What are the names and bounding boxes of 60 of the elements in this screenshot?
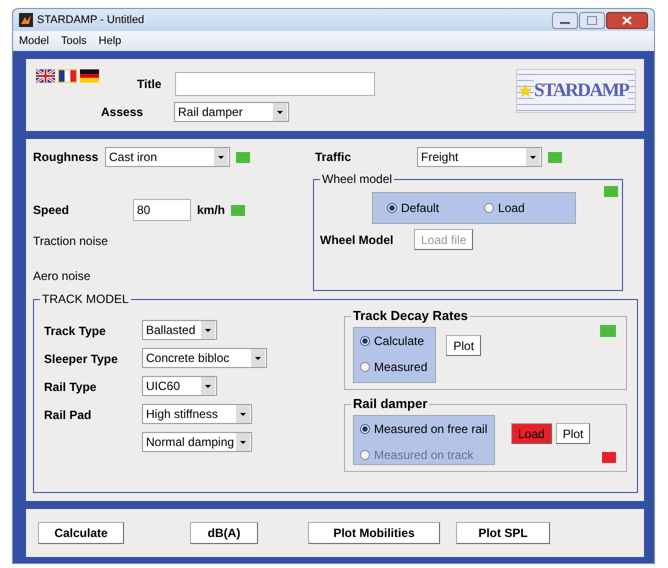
logo-text: STARDAMP [534,80,628,102]
uk-flag-icon[interactable] [36,69,55,83]
menu-item[interactable]: Model [19,35,49,47]
caret-icon [214,148,228,166]
menu-item[interactable]: Help [98,35,122,47]
group-title: Wheel model [320,172,394,186]
caret-icon [201,377,215,395]
caret-icon [236,405,250,423]
group-title: Rail damper [351,396,430,411]
close-button[interactable] [606,12,648,28]
field-label: Assess [101,105,144,119]
action-button[interactable]: Calculate [38,522,124,544]
parameter-dropdown[interactable]: Ballasted [142,320,217,340]
action-button[interactable]: dB(A) [190,522,258,544]
window-title: STARDAMP - Untitled [37,14,144,26]
radio-button[interactable]: Measured on free rail [360,422,486,436]
caret-icon [201,321,215,339]
app-icon [19,13,33,27]
field-label: Wheel Model [320,232,394,246]
france-flag-icon[interactable] [58,69,77,83]
menu-item[interactable]: Tools [60,35,87,47]
caret-icon [526,148,540,166]
field-label: Title [137,77,162,91]
parameter-dropdown[interactable]: High stiffness [142,404,252,424]
unit-label: km/h [197,203,226,217]
field-label: Rail Pad [44,407,92,422]
minimize-button[interactable] [552,12,578,28]
action-button[interactable]: Plot Mobilities [308,522,440,544]
assess-dropdown[interactable]: Rail damper [174,102,289,122]
radio-button[interactable]: Calculate [360,334,428,348]
load-button[interactable]: Load [511,423,552,444]
parameter-dropdown[interactable]: UIC60 [142,376,217,396]
group-title: Track Decay Rates [351,308,470,323]
plot-button[interactable]: Plot [556,423,590,444]
caret-icon [273,103,287,121]
radio-button[interactable]: Load [484,201,525,215]
germany-flag-icon[interactable] [80,69,99,83]
field-label: Speed [33,203,70,217]
field-label: Track Type [44,323,107,338]
field-label: Traffic [315,150,352,164]
caret-icon [251,349,265,367]
field-label: Rail Type [44,379,98,394]
maximize-button[interactable] [579,12,605,28]
group-title: TRACK MODEL [40,292,131,306]
parameter-dropdown[interactable]: Concrete bibloc [142,348,267,368]
option-label: Traction noise [33,234,109,248]
field-label: Roughness [33,150,99,164]
star-icon [518,83,533,98]
speed-field[interactable]: 80 [133,199,191,221]
radio-button[interactable]: Measured [360,360,428,374]
traffic-dropdown[interactable]: Freight [417,147,542,167]
option-label: Aero noise [33,269,92,283]
title-field[interactable] [175,72,375,96]
action-button[interactable]: Plot SPL [456,522,550,544]
parameter-dropdown[interactable]: Normal damping [142,432,252,452]
field-label: Sleeper Type [44,351,119,366]
roughness-dropdown[interactable]: Cast iron [105,147,230,167]
radio-button[interactable]: Default [387,201,440,215]
caret-icon [236,433,250,451]
plot-button[interactable]: Plot [446,335,482,356]
